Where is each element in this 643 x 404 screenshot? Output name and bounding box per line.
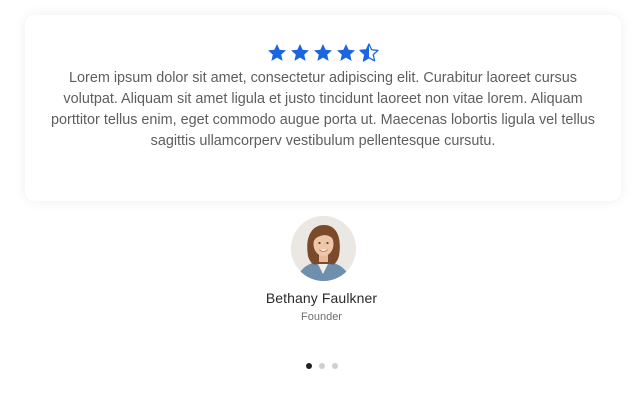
testimonial-card: Lorem ipsum dolor sit amet, consectetur …: [25, 15, 621, 201]
star-icon: [291, 44, 309, 61]
star-icon: [314, 44, 332, 61]
testimonial-section: Lorem ipsum dolor sit amet, consectetur …: [0, 0, 643, 404]
carousel-pagination: [0, 363, 643, 369]
star-icon: [268, 44, 286, 61]
carousel-dot-2[interactable]: [318, 363, 325, 369]
testimonial-quote: Lorem ipsum dolor sit amet, consectetur …: [51, 70, 595, 149]
carousel-dot-1[interactable]: [305, 363, 312, 369]
avatar-photo: [291, 216, 356, 281]
author-role: Founder: [301, 311, 342, 323]
author-name: Bethany Faulkner: [265, 290, 378, 306]
carousel-dot-3[interactable]: [331, 363, 338, 369]
author-avatar: [291, 216, 356, 281]
star-icon: [337, 44, 355, 61]
star-half-icon: [359, 43, 379, 62]
rating-stars: [25, 42, 621, 64]
